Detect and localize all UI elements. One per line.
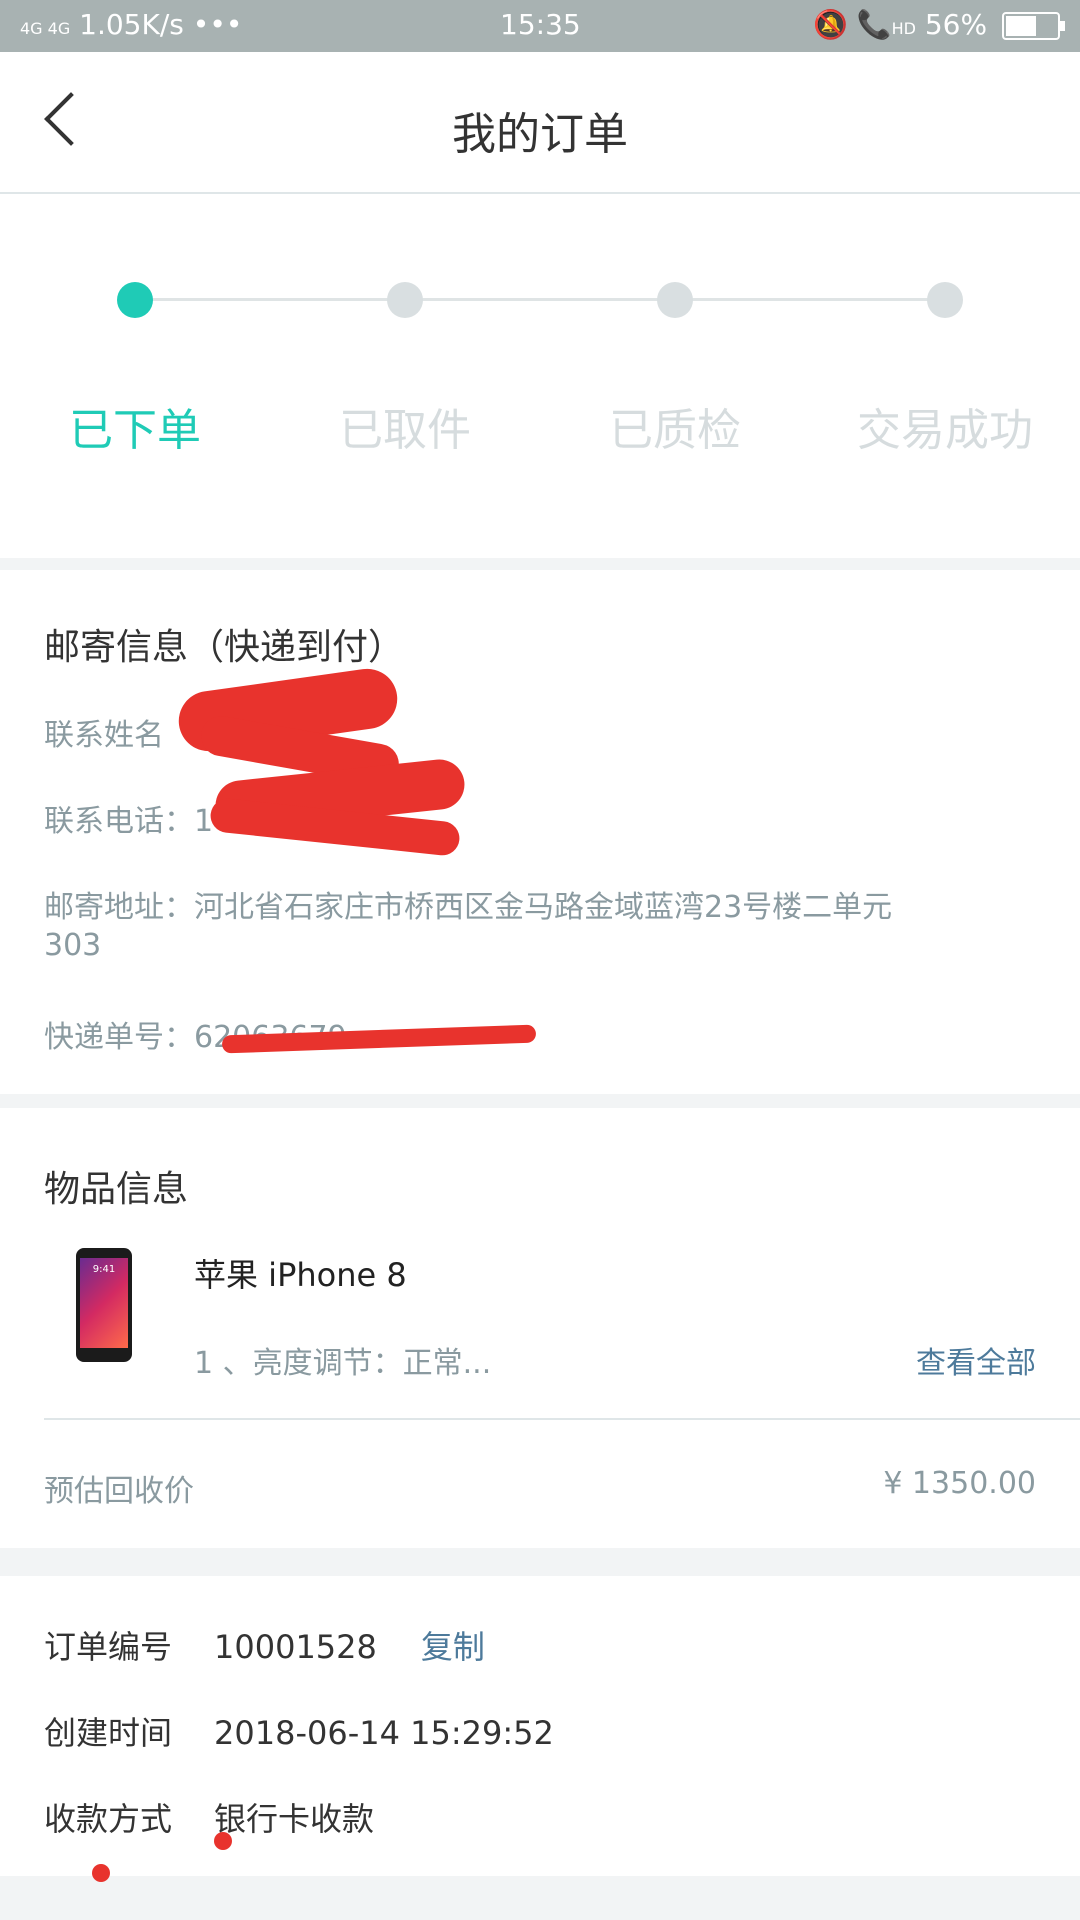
order-number-row: 订单编号 10001528 复制 xyxy=(44,1622,485,1668)
view-all-link[interactable]: 查看全部 xyxy=(916,1338,1036,1382)
call-icon: 📞 xyxy=(856,8,892,41)
address-label: 邮寄地址 xyxy=(44,890,164,925)
red-annotation-dot xyxy=(214,1832,232,1850)
status-left: 4G 4G 1.05K/s ••• xyxy=(20,8,242,41)
status-bar: 4G 4G 1.05K/s ••• 15:35 🔕 📞HD 56% xyxy=(0,0,1080,52)
step-dot-2 xyxy=(387,282,423,318)
step-dot-3 xyxy=(657,282,693,318)
battery-percent: 56% xyxy=(924,8,988,41)
iphone-thumbnail: 9:41 xyxy=(76,1248,132,1362)
item-name: 苹果 iPhone 8 xyxy=(194,1256,407,1294)
step-label-ordered: 已下单 xyxy=(69,405,201,456)
progress-track xyxy=(135,298,945,301)
bell-mute-icon: 🔕 xyxy=(812,8,848,41)
mailing-info-section: 邮寄信息（快递到付） 联系姓名 联系电话：1 邮寄地址：河北省石家庄市桥西区金马… xyxy=(0,570,1080,1094)
divider xyxy=(44,1418,1080,1420)
created-time-label: 创建时间 xyxy=(44,1714,173,1752)
address-value: 河北省石家庄市桥西区金马路金域蓝湾23号楼二单元 xyxy=(194,890,893,925)
nav-bar: 我的订单 xyxy=(0,52,1080,194)
contact-phone-value: 1 xyxy=(194,804,214,839)
phone-screen-time: 9:41 xyxy=(92,1264,116,1275)
mailing-title: 邮寄信息（快递到付） xyxy=(44,627,405,668)
battery-icon xyxy=(1002,12,1065,40)
step-label-picked-up: 已取件 xyxy=(339,405,471,456)
step-label-success: 交易成功 xyxy=(857,405,1033,456)
payment-method-row: 收款方式 银行卡收款 xyxy=(44,1794,374,1840)
contact-phone-label: 联系电话 xyxy=(44,804,164,839)
estimated-price-label: 预估回收价 xyxy=(44,1474,194,1509)
order-number-label: 订单编号 xyxy=(44,1628,173,1666)
signal-icon: 4G 4G xyxy=(20,19,71,38)
address-row: 邮寄地址：河北省石家庄市桥西区金马路金域蓝湾23号楼二单元 xyxy=(44,890,893,925)
payment-method-label: 收款方式 xyxy=(44,1800,173,1838)
order-number-value: 10001528 xyxy=(214,1628,377,1666)
more-dots: ••• xyxy=(192,8,243,41)
created-time-row: 创建时间 2018-06-14 15:29:52 xyxy=(44,1708,554,1754)
copy-button[interactable]: 复制 xyxy=(421,1628,485,1666)
order-info-section: 订单编号 10001528 复制 创建时间 2018-06-14 15:29:52 收… xyxy=(0,1576,1080,1882)
status-right: 🔕 📞HD 56% xyxy=(812,8,1065,41)
item-info-title: 物品信息 xyxy=(44,1169,189,1210)
estimated-price-value: ¥ 1350.00 xyxy=(883,1466,1036,1501)
item-info-section: 物品信息 9:41 苹果 iPhone 8 1 、亮度调节：正常... 查看全部… xyxy=(0,1108,1080,1548)
status-time: 15:35 xyxy=(500,8,581,41)
item-description: 1 、亮度调节：正常... xyxy=(194,1346,492,1381)
contact-phone-row: 联系电话：1 xyxy=(44,804,214,839)
tracking-label: 快递单号 xyxy=(44,1020,164,1055)
step-dot-1 xyxy=(117,282,153,318)
contact-name-label: 联系姓名 xyxy=(44,718,164,753)
red-annotation-dot xyxy=(92,1864,110,1882)
net-speed: 1.05K/s xyxy=(79,8,184,41)
created-time-value: 2018-06-14 15:29:52 xyxy=(214,1714,554,1752)
address-line2: 303 xyxy=(44,928,102,963)
step-label-inspected: 已质检 xyxy=(609,405,741,456)
hd-label: HD xyxy=(891,19,916,38)
payment-method-value: 银行卡收款 xyxy=(214,1800,375,1838)
contact-name-row: 联系姓名 xyxy=(44,710,164,754)
order-progress: 已下单 已取件 已质检 交易成功 xyxy=(0,194,1080,558)
step-dot-4 xyxy=(927,282,963,318)
page-title: 我的订单 xyxy=(452,109,628,160)
